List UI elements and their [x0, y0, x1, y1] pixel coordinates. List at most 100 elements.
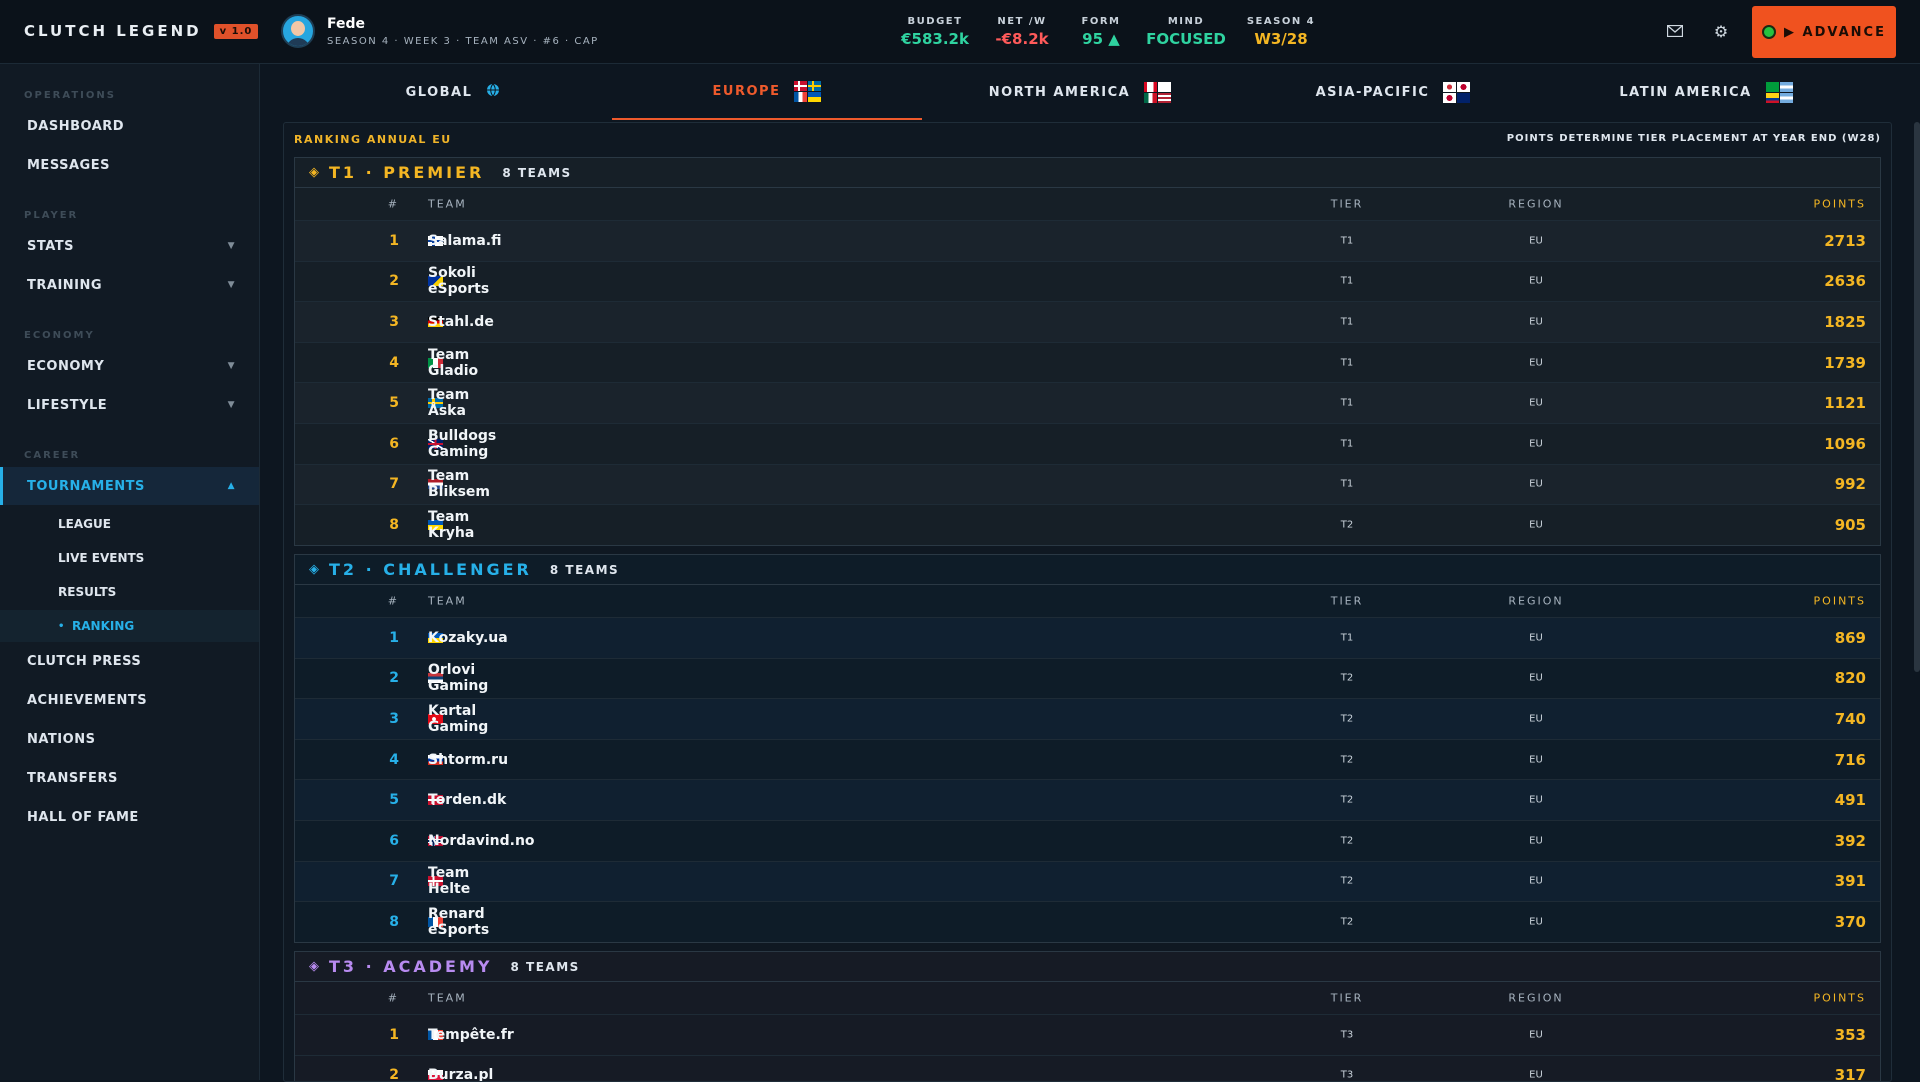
region-value: EU: [1529, 1029, 1543, 1041]
table-row[interactable]: 5 Torden.dk T2 EU 491: [295, 779, 1880, 820]
gear-icon[interactable]: ⚙: [1711, 22, 1731, 42]
advance-button[interactable]: ▶ ADVANCE: [1752, 6, 1896, 58]
stat-net-w: NET /W -€8.2k: [995, 16, 1048, 48]
rank-number: 4: [389, 354, 399, 371]
tier-value: T1: [1340, 438, 1354, 450]
region-value: EU: [1529, 316, 1543, 328]
player-name: Fede: [327, 15, 366, 32]
region-tabs: GLOBAL EUROPE NORTH AMERICA ASIA-PACIFIC LAT…: [260, 64, 1920, 122]
points-value: 1121: [1824, 394, 1866, 413]
sidebar-item-hall-of-fame[interactable]: HALL OF FAME: [0, 798, 259, 836]
rank-number: 7: [389, 873, 399, 890]
mail-icon[interactable]: [1665, 22, 1685, 42]
region-value: EU: [1529, 275, 1543, 287]
table-row[interactable]: 4 Shtorm.ru T2 EU 716: [295, 738, 1880, 780]
tab-asia-pacific[interactable]: ASIA-PACIFIC: [1238, 64, 1548, 120]
rank-number: 8: [389, 516, 399, 533]
team-name: Orlovi Gaming: [428, 662, 489, 695]
status-dot-icon: [1762, 25, 1777, 39]
region-value: EU: [1529, 1069, 1543, 1081]
tier-value: T2: [1340, 519, 1354, 531]
rank-number: 2: [389, 273, 399, 290]
rank-number: 1: [389, 232, 399, 249]
region-value: EU: [1529, 397, 1543, 409]
column-header-region: REGION: [1508, 991, 1564, 1005]
points-value: 391: [1834, 872, 1866, 891]
table-row[interactable]: 3 Kartal Gaming T2 EU 740: [295, 698, 1880, 739]
sidebar-item-label: HALL OF FAME: [27, 809, 139, 825]
sidebar-item-lifestyle[interactable]: LIFESTYLE ▼: [0, 386, 259, 424]
tab-europe[interactable]: EUROPE: [612, 64, 922, 120]
rank-number: 5: [389, 792, 399, 809]
column-header-row: # TEAM TIER REGION POINTS: [295, 188, 1880, 220]
table-row[interactable]: 3 Stahl.de T1 EU 1825: [295, 301, 1880, 342]
table-row[interactable]: 2 Sokoli eSports T1 EU 2636: [295, 260, 1880, 302]
sidebar-item-messages[interactable]: MESSAGES: [0, 146, 259, 184]
tab-global[interactable]: GLOBAL: [298, 64, 608, 120]
tier-diamond-icon: ◈: [309, 562, 319, 577]
sidebar-subitem-ranking[interactable]: • RANKING: [0, 610, 259, 642]
sidebar-item-clutch-press[interactable]: CLUTCH PRESS: [0, 642, 259, 680]
team-name: Stahl.de: [428, 313, 494, 330]
tier-diamond-icon: ◈: [309, 959, 319, 974]
column-header-row: # TEAM TIER REGION POINTS: [295, 982, 1880, 1014]
rank-number: 8: [389, 913, 399, 930]
scrollbar[interactable]: [1914, 122, 1920, 672]
tab-latin-america[interactable]: LATIN AMERICA: [1551, 64, 1861, 120]
stat-value: -€8.2k: [995, 30, 1049, 48]
table-row[interactable]: 2 Burza.pl T3 EU 317: [295, 1054, 1880, 1081]
sidebar-item-dashboard[interactable]: DASHBOARD: [0, 107, 259, 145]
column-header-num: #: [387, 197, 399, 211]
table-row[interactable]: 5 Team Åska T1 EU 1121: [295, 382, 1880, 423]
table-row[interactable]: 7 Team Bliksem T1 EU 992: [295, 463, 1880, 505]
sidebar-item-transfers[interactable]: TRANSFERS: [0, 759, 259, 797]
table-row[interactable]: 1 Salama.fi T1 EU 2713: [295, 220, 1880, 261]
table-row[interactable]: 8 Team Kryha T2 EU 905: [295, 504, 1880, 545]
table-row[interactable]: 6 Bulldogs Gaming T1 EU 1096: [295, 422, 1880, 464]
points-value: 905: [1834, 515, 1866, 534]
rank-number: 2: [389, 670, 399, 687]
column-header-team: TEAM: [428, 197, 467, 211]
sidebar-item-label: LIFESTYLE: [27, 397, 108, 413]
team-name: Renard eSports: [428, 905, 490, 938]
sidebar-item-stats[interactable]: STATS ▼: [0, 227, 259, 265]
team-name: Torden.dk: [428, 792, 507, 809]
tier-value: T2: [1340, 794, 1354, 806]
sidebar-subitem-label: RANKING: [72, 619, 135, 633]
table-row[interactable]: 1 Tempête.fr T3 EU 353: [295, 1014, 1880, 1055]
table-row[interactable]: 6 Nordavind.no T2 EU 392: [295, 819, 1880, 861]
chevron-down-icon: ▼: [227, 361, 235, 371]
column-header-num: #: [387, 594, 399, 608]
sidebar-item-nations[interactable]: NATIONS: [0, 720, 259, 758]
player-profile[interactable]: Fede SEASON 4 · WEEK 3 · TEAM ASV · #6 ·…: [281, 14, 599, 48]
stat-mind: MIND FOCUSED: [1146, 16, 1226, 48]
sidebar-item-economy[interactable]: ECONOMY ▼: [0, 347, 259, 385]
sidebar-subitem-live-events[interactable]: LIVE EVENTS: [0, 542, 259, 574]
column-header-team: TEAM: [428, 594, 467, 608]
avatar[interactable]: [281, 14, 315, 48]
tier-group-title: T1 · PREMIER: [329, 163, 485, 182]
tier-value: T1: [1340, 316, 1354, 328]
table-row[interactable]: 7 Team Helte T2 EU 391: [295, 860, 1880, 902]
sidebar-item-label: CLUTCH PRESS: [27, 653, 142, 669]
table-row[interactable]: 2 Orlovi Gaming T2 EU 820: [295, 657, 1880, 699]
tier-group-header: ◈ T1 · PREMIER 8 TEAMS: [295, 158, 1880, 188]
sidebar-item-achievements[interactable]: ACHIEVEMENTS: [0, 681, 259, 719]
column-header-num: #: [387, 991, 399, 1005]
sidebar-section-label: PLAYER: [24, 210, 79, 221]
tab-label: ASIA-PACIFIC: [1315, 84, 1430, 100]
table-row[interactable]: 4 Team Gladio T1 EU 1739: [295, 341, 1880, 383]
table-row[interactable]: 1 Kozaky.ua T1 EU 869: [295, 617, 1880, 658]
sidebar-item-tournaments[interactable]: TOURNAMENTS ▲: [0, 467, 259, 505]
tier-diamond-icon: ◈: [309, 165, 319, 180]
sidebar-subitem-league[interactable]: LEAGUE: [0, 508, 259, 540]
tier-group-3: ◈ T3 · ACADEMY 8 TEAMS # TEAM TIER REGION POINT…: [294, 951, 1881, 1081]
rank-number: 3: [389, 313, 399, 330]
sidebar-subitem-results[interactable]: RESULTS: [0, 576, 259, 608]
sidebar-item-training[interactable]: TRAINING ▼: [0, 266, 259, 304]
column-header-tier: TIER: [1330, 197, 1364, 211]
table-row[interactable]: 8 Renard eSports T2 EU 370: [295, 901, 1880, 942]
tab-north-america[interactable]: NORTH AMERICA: [925, 64, 1235, 120]
sidebar-section-label: OPERATIONS: [24, 90, 116, 101]
region-value: EU: [1529, 235, 1543, 247]
